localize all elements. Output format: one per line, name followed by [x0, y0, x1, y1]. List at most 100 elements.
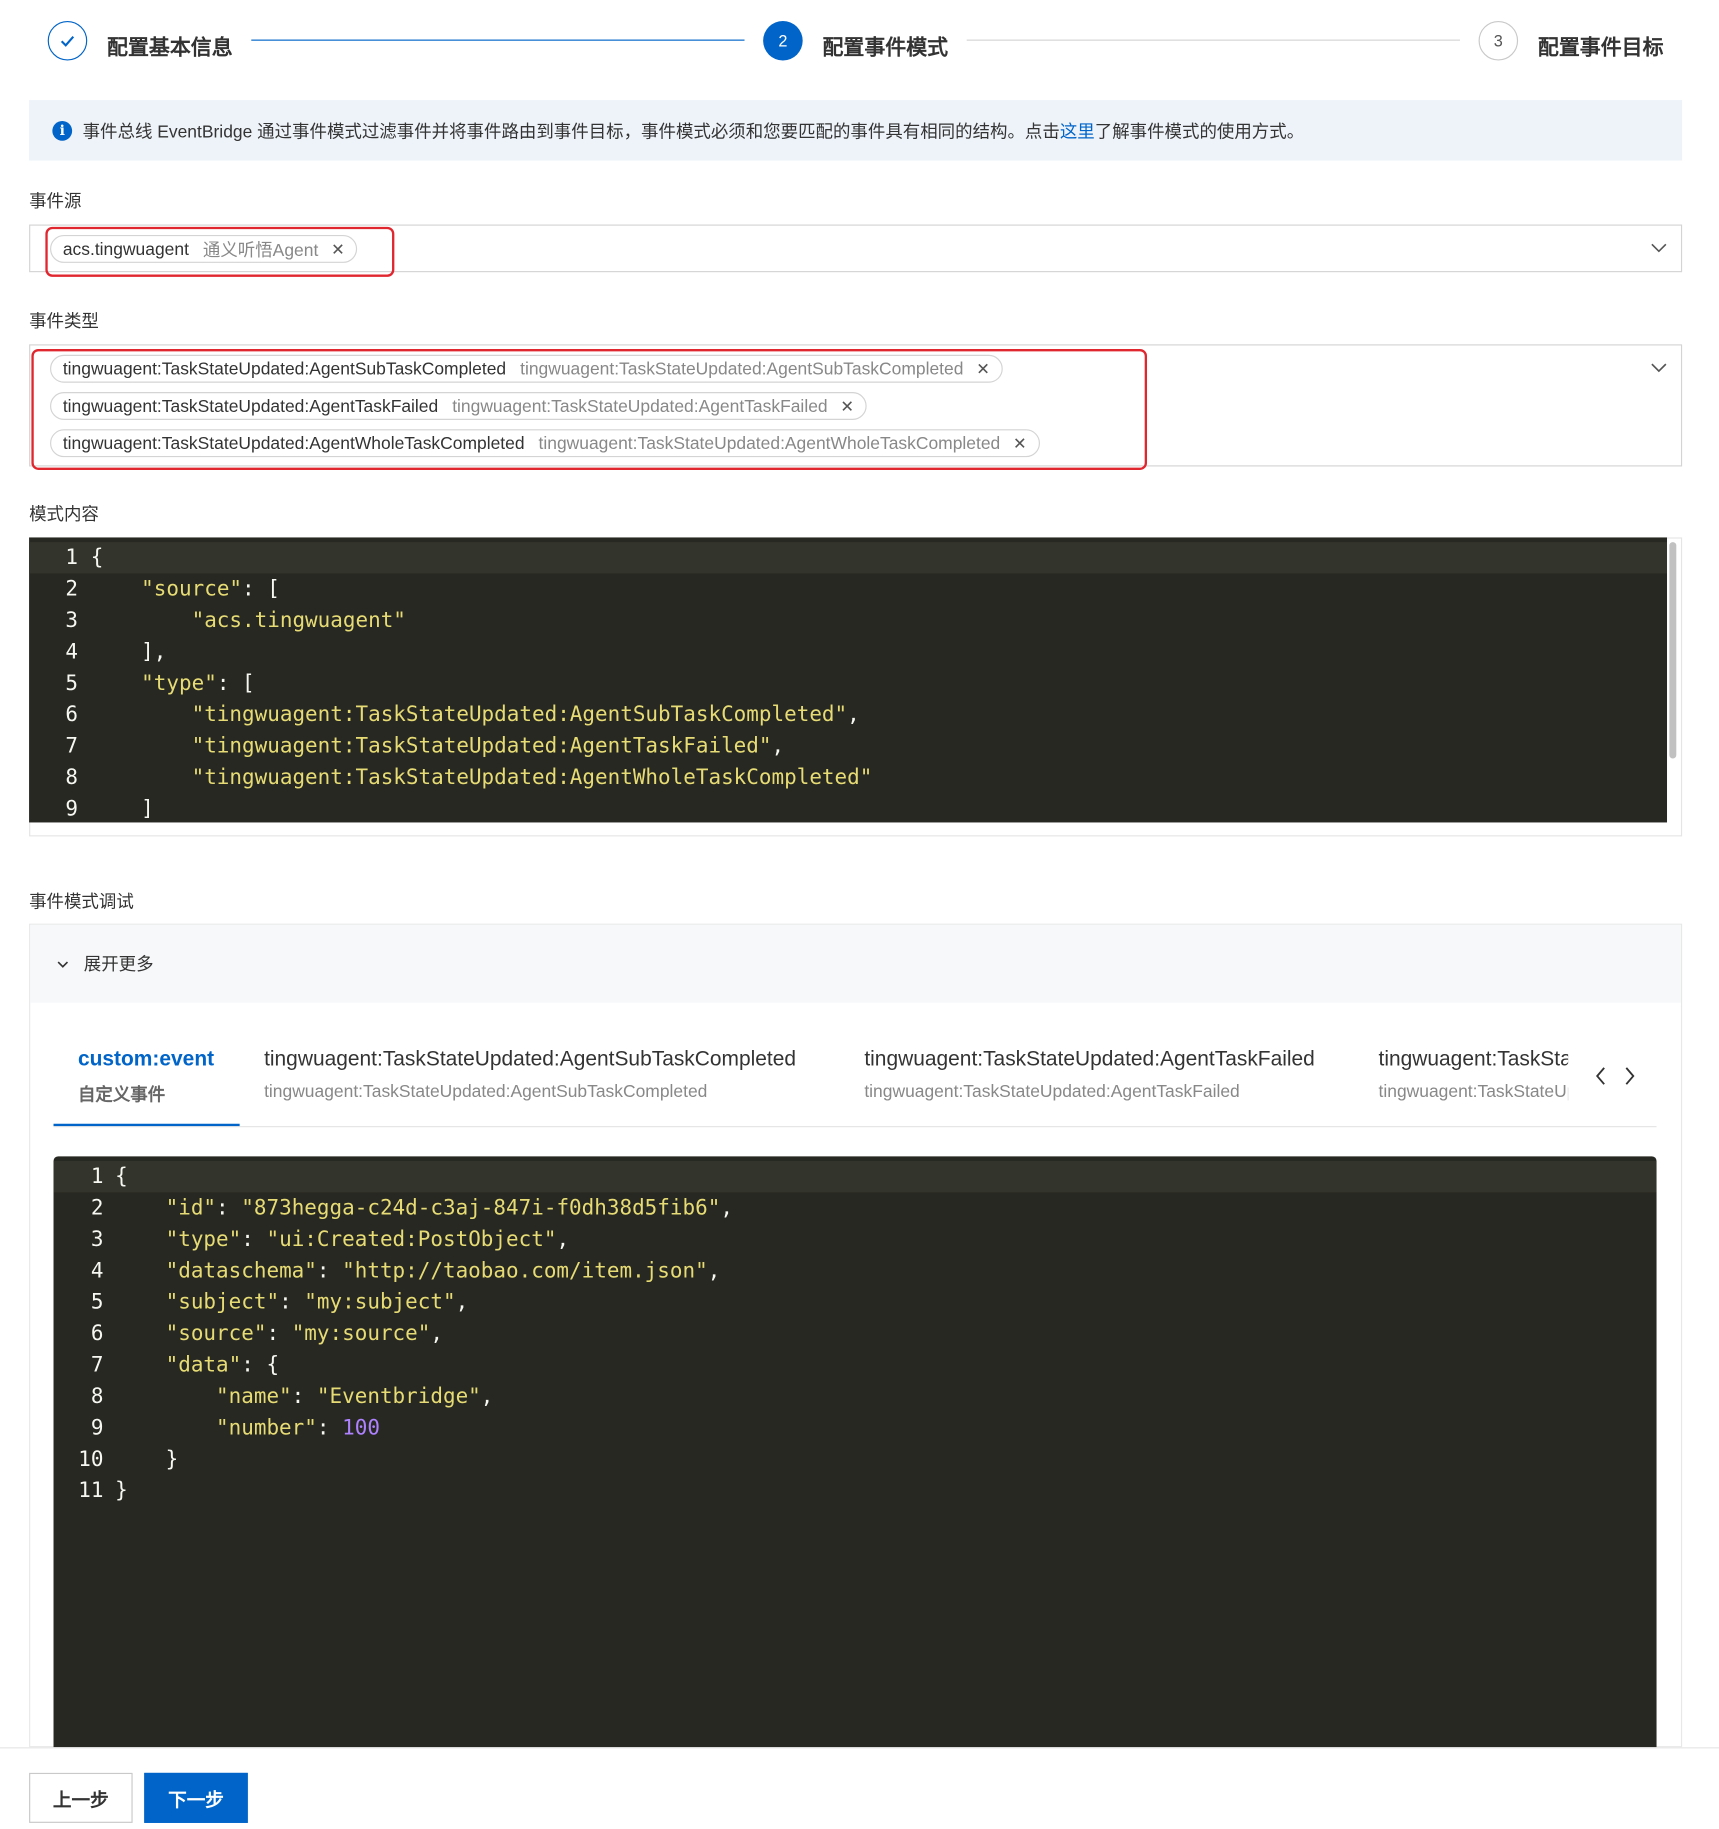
step-2-number: 2	[763, 20, 803, 61]
code-text: ],	[90, 639, 167, 665]
step-3-number: 3	[1478, 20, 1519, 61]
code-line: 7 "tingwuagent:TaskStateUpdated:AgentTas…	[29, 731, 1667, 762]
line-number: 10	[78, 1447, 104, 1472]
event-source-label: 事件源	[29, 191, 82, 212]
chevron-down-icon[interactable]	[1651, 359, 1667, 375]
code-line: 3 "type": "ui:Created:PostObject",	[54, 1224, 1657, 1255]
chevron-down-icon[interactable]	[1651, 240, 1667, 256]
event-type-label: 事件类型	[29, 311, 99, 332]
line-number: 2	[90, 1195, 104, 1221]
info-icon: i	[52, 120, 73, 141]
code-line: 10 }	[54, 1444, 1657, 1475]
code-text: "dataschema": "http://taobao.com/item.js…	[165, 1258, 721, 1284]
chevron-right-icon[interactable]	[1620, 1064, 1639, 1087]
code-line: 11}	[54, 1475, 1657, 1506]
code-text: "type": [	[141, 671, 255, 696]
pattern-editor-scrollbar[interactable]	[1669, 542, 1677, 759]
line-number: 11	[78, 1478, 104, 1503]
line-number: 7	[90, 1352, 104, 1378]
info-text: 事件总线 EventBridge 通过事件模式过滤事件并将事件路由到事件目标，事…	[82, 121, 1305, 142]
steps-bar: 配置基本信息 2 配置事件模式 3 配置事件目标	[0, 0, 1719, 81]
step-3-label: 配置事件目标	[1537, 36, 1664, 60]
code-text: "source": [	[141, 576, 280, 602]
line-number: 3	[65, 608, 78, 633]
code-line: 6 "tingwuagent:TaskStateUpdated:AgentSub…	[29, 699, 1667, 730]
code-line: 8 "name": "Eventbridge",	[54, 1381, 1657, 1412]
event-type-tag: tingwuagent:TaskStateUpdated:AgentWholeT…	[50, 429, 1040, 458]
event-type-tag: tingwuagent:TaskStateUpdated:AgentSubTas…	[50, 354, 1003, 383]
code-text: "subject": "my:subject",	[165, 1290, 469, 1315]
tab-active-indicator	[53, 1123, 240, 1127]
event-source-tag: acs.tingwuagent 通义听悟Agent ✕	[50, 234, 358, 263]
expand-toggle[interactable]: 展开更多	[30, 924, 1681, 1003]
step-connector-1	[251, 39, 745, 41]
next-step-button[interactable]: 下一步	[144, 1772, 248, 1823]
event-tabs: custom:event 自定义事件 tingwuagent:TaskState…	[53, 1035, 1657, 1128]
step-2-label: 配置事件模式	[822, 36, 949, 60]
pattern-code-editor[interactable]: 1{2 "source": [3 "acs.tingwuagent" 4 ], 5 …	[29, 537, 1668, 823]
line-number: 8	[65, 765, 78, 790]
pattern-label: 模式内容	[29, 504, 99, 525]
code-text: {	[115, 1164, 128, 1189]
line-number: 2	[65, 576, 78, 602]
code-line: 6 "source": "my:source",	[54, 1318, 1657, 1349]
info-banner: i 事件总线 EventBridge 通过事件模式过滤事件并将事件路由到事件目标…	[29, 100, 1683, 161]
tab-agent-subtask-completed[interactable]: tingwuagent:TaskStateUpdated:AgentSubTas…	[264, 1035, 840, 1126]
code-text: }	[115, 1478, 128, 1503]
code-line: 2 "source": [	[29, 574, 1667, 605]
code-text: "id": "873hegga-c24d-c3aj-847i-f0dh38d5f…	[165, 1195, 733, 1221]
tab-custom-event[interactable]: custom:event 自定义事件	[54, 1035, 240, 1126]
line-number: 8	[90, 1384, 104, 1409]
code-text: "source": "my:source",	[165, 1321, 443, 1346]
line-number: 1	[90, 1164, 104, 1189]
code-text: }	[115, 1447, 179, 1472]
event-type-tag: tingwuagent:TaskStateUpdated:AgentTaskFa…	[50, 392, 867, 420]
code-text: "type": "ui:Created:PostObject",	[165, 1227, 570, 1252]
debug-label: 事件模式调试	[29, 892, 134, 913]
line-number: 7	[65, 734, 78, 759]
code-line: 8 "tingwuagent:TaskStateUpdated:AgentWho…	[29, 762, 1667, 793]
line-number: 4	[65, 639, 78, 665]
code-text: ]	[90, 796, 154, 822]
tab-agent-whole-task-completed[interactable]: tingwuagent:TaskStateUpdated:AgentWholeT…	[1379, 1035, 1569, 1126]
event-source-select[interactable]: acs.tingwuagent 通义听悟Agent ✕	[29, 224, 1683, 273]
info-link[interactable]: 这里	[1060, 122, 1095, 142]
line-number: 1	[65, 545, 78, 571]
close-icon[interactable]: ✕	[976, 359, 990, 379]
chevron-left-icon[interactable]	[1591, 1064, 1610, 1087]
step-1-done-icon	[47, 20, 88, 61]
footer-bar	[0, 1747, 1719, 1829]
event-type-select[interactable]: tingwuagent:TaskStateUpdated:AgentSubTas…	[29, 344, 1683, 467]
code-text: "tingwuagent:TaskStateUpdated:AgentWhole…	[191, 765, 873, 790]
line-number: 6	[65, 702, 78, 728]
sample-event-code-editor[interactable]: 1{2 "id": "873hegga-c24d-c3aj-847i-f0dh3…	[53, 1156, 1657, 1748]
step-1-label: 配置基本信息	[107, 36, 233, 60]
line-number: 4	[90, 1258, 104, 1284]
tab-agent-task-failed[interactable]: tingwuagent:TaskStateUpdated:AgentTaskFa…	[864, 1035, 1353, 1126]
close-icon[interactable]: ✕	[840, 396, 854, 416]
code-text: "acs.tingwuagent"	[191, 608, 406, 633]
page: 配置基本信息 2 配置事件模式 3 配置事件目标 i 事件总线 EventBri…	[0, 0, 1719, 1829]
code-line: 1{	[29, 542, 1668, 574]
step-connector-2	[966, 39, 1460, 41]
close-icon[interactable]: ✕	[331, 239, 345, 259]
code-line: 4 "dataschema": "http://taobao.com/item.…	[54, 1255, 1657, 1286]
code-text: "tingwuagent:TaskStateUpdated:AgentTaskF…	[191, 734, 785, 759]
code-line: 9 "number": 100	[54, 1412, 1657, 1443]
code-line: 4 ],	[29, 636, 1667, 667]
code-text: "tingwuagent:TaskStateUpdated:AgentSubTa…	[191, 702, 860, 728]
code-text: "data": {	[165, 1352, 280, 1378]
expand-label: 展开更多	[83, 955, 154, 975]
code-line: 5 "subject": "my:subject",	[54, 1287, 1657, 1318]
code-text: "number": 100	[216, 1415, 380, 1441]
code-line: 9 ]	[29, 793, 1667, 822]
chevron-down-icon	[57, 960, 69, 968]
close-icon[interactable]: ✕	[1013, 433, 1027, 453]
code-line: 3 "acs.tingwuagent"	[29, 605, 1667, 636]
prev-step-button[interactable]: 上一步	[29, 1772, 133, 1823]
code-text: {	[90, 545, 104, 571]
code-line: 5 "type": [	[29, 668, 1667, 699]
code-line: 7 "data": {	[54, 1349, 1657, 1380]
code-line: 1{	[53, 1160, 1657, 1193]
line-number: 3	[90, 1227, 104, 1252]
